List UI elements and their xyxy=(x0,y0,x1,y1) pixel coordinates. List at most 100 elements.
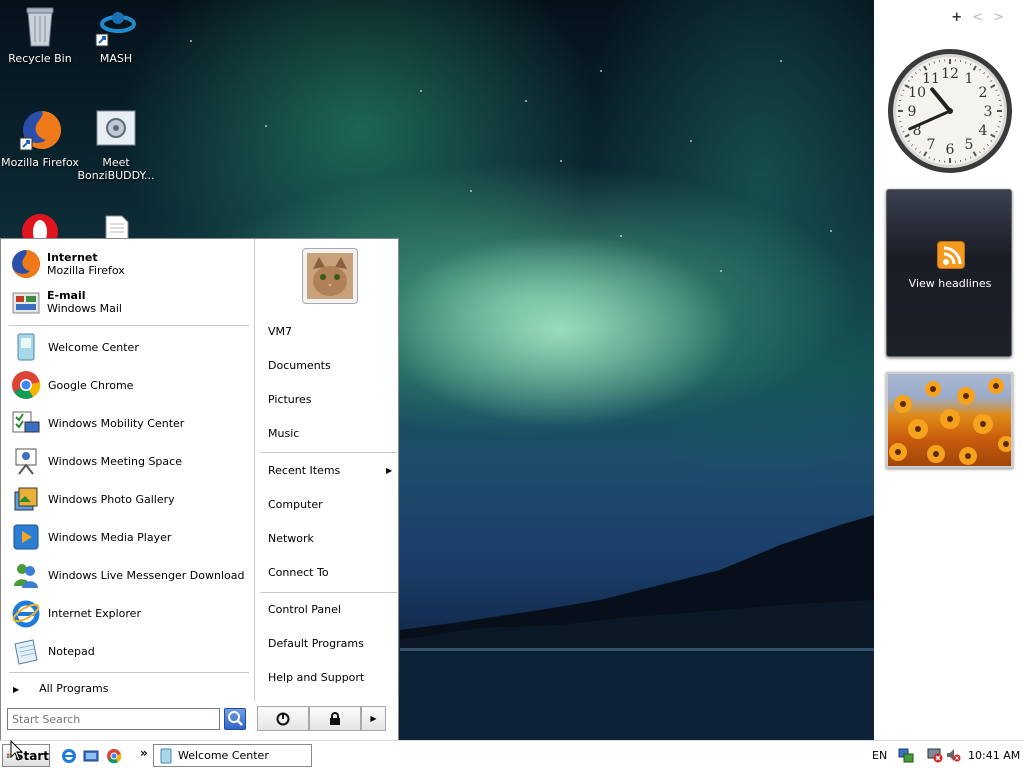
network-disconnected-tray-icon[interactable] xyxy=(927,747,943,763)
link-user-folder[interactable]: VM7 xyxy=(268,325,292,338)
quicklaunch-chrome[interactable] xyxy=(106,748,122,764)
program-media-player[interactable]: Windows Media Player xyxy=(11,519,171,555)
triangle-right-icon: ▶ xyxy=(386,466,393,475)
network-error-icon xyxy=(927,748,943,763)
link-default-programs[interactable]: Default Programs xyxy=(268,637,364,650)
program-live-messenger[interactable]: Windows Live Messenger Download xyxy=(11,557,244,593)
view-headlines-label[interactable]: View headlines xyxy=(887,277,1013,290)
desktop-icon-firefox[interactable]: Mozilla Firefox xyxy=(0,108,80,169)
triangle-right-icon: ▶ xyxy=(370,714,377,723)
sidebar-controls: + < > xyxy=(951,10,1004,25)
clock-number: 5 xyxy=(965,137,974,153)
volume-muted-icon xyxy=(947,749,961,762)
program-label: Google Chrome xyxy=(48,378,134,392)
shutdown-options-button[interactable]: ▶ xyxy=(361,706,386,731)
clock-number: 12 xyxy=(941,66,959,82)
link-help-support[interactable]: Help and Support xyxy=(268,671,364,684)
program-notepad[interactable]: Notepad xyxy=(11,633,95,669)
firefox-icon xyxy=(11,249,41,279)
pinned-subtitle: Mozilla Firefox xyxy=(47,264,125,277)
taskbar-button-welcome-center[interactable]: Welcome Center xyxy=(153,744,312,767)
clock-number: 4 xyxy=(978,123,987,139)
quicklaunch-show-desktop[interactable] xyxy=(83,748,99,764)
search-icon xyxy=(228,711,243,726)
program-label: Windows Media Player xyxy=(48,530,172,544)
cat-avatar-icon xyxy=(307,253,353,299)
welcome-center-icon xyxy=(11,332,41,362)
pinned-title: Internet xyxy=(47,251,98,264)
internet-explorer-icon xyxy=(62,749,76,763)
all-programs-button[interactable]: ▶ All Programs xyxy=(13,682,108,695)
link-documents[interactable]: Documents xyxy=(268,359,331,372)
language-indicator[interactable]: EN xyxy=(872,749,887,762)
mobility-center-icon xyxy=(11,408,41,438)
all-programs-label: All Programs xyxy=(39,682,109,695)
network-icon xyxy=(898,748,914,763)
desktop-icon-label: Meet BonziBUDDY... xyxy=(77,156,155,182)
program-internet-explorer[interactable]: Internet Explorer xyxy=(11,595,141,631)
separator xyxy=(9,325,249,326)
program-label: Windows Meeting Space xyxy=(48,454,182,468)
add-gadget-button[interactable]: + xyxy=(951,10,962,25)
desktop-icon-label: Mozilla Firefox xyxy=(1,156,79,169)
program-label: Internet Explorer xyxy=(48,606,141,620)
chrome-icon xyxy=(11,370,41,400)
separator xyxy=(9,672,249,673)
network-tray-icon[interactable] xyxy=(898,747,914,763)
link-network[interactable]: Network xyxy=(268,532,314,545)
welcome-center-icon xyxy=(160,748,172,763)
link-control-panel[interactable]: Control Panel xyxy=(268,603,341,616)
link-music[interactable]: Music xyxy=(268,427,299,440)
messenger-icon xyxy=(11,560,41,590)
tray-clock[interactable]: 10:41 AM xyxy=(968,749,1020,762)
desktop-icon-mash[interactable]: MASH xyxy=(76,4,156,65)
prev-gadget-button[interactable]: < xyxy=(972,10,983,25)
start-search-input[interactable] xyxy=(7,708,220,730)
desktop-icon-label: MASH xyxy=(99,52,133,65)
link-pictures[interactable]: Pictures xyxy=(268,393,312,406)
program-mobility-center[interactable]: Windows Mobility Center xyxy=(11,405,184,441)
next-gadget-button[interactable]: > xyxy=(993,10,1004,25)
slideshow-gadget[interactable] xyxy=(886,372,1013,468)
clock-number: 1 xyxy=(965,71,974,87)
clock-number: 7 xyxy=(927,137,936,153)
mash-icon xyxy=(94,4,138,48)
windows-mail-icon xyxy=(11,287,41,317)
link-recent-items[interactable]: Recent Items xyxy=(268,464,340,477)
chrome-icon xyxy=(107,749,122,764)
start-menu: Internet Mozilla Firefox E-mail Windows … xyxy=(0,238,399,740)
quicklaunch-internet-explorer[interactable] xyxy=(61,748,77,764)
program-label: Windows Live Messenger Download xyxy=(48,568,245,582)
rss-icon xyxy=(937,241,965,269)
recycle-bin-icon xyxy=(18,4,62,48)
program-photo-gallery[interactable]: Windows Photo Gallery xyxy=(11,481,175,517)
program-label: Windows Photo Gallery xyxy=(48,492,175,506)
program-google-chrome[interactable]: Google Chrome xyxy=(11,367,133,403)
power-button[interactable] xyxy=(257,706,309,731)
firefox-icon xyxy=(18,108,62,152)
pinned-internet[interactable]: Internet Mozilla Firefox xyxy=(11,247,125,281)
power-icon xyxy=(276,712,290,725)
link-computer[interactable]: Computer xyxy=(268,498,323,511)
link-connect-to[interactable]: Connect To xyxy=(268,566,329,579)
desktop-icon-bonzibuddy[interactable]: Meet BonziBUDDY... xyxy=(76,108,156,182)
pinned-title: E-mail xyxy=(47,289,86,302)
clock-number: 11 xyxy=(922,71,940,87)
clock-number: 3 xyxy=(984,104,993,120)
volume-tray-icon[interactable] xyxy=(945,747,961,763)
search-button[interactable] xyxy=(224,708,246,730)
mouse-cursor-icon xyxy=(10,740,24,761)
lock-button[interactable] xyxy=(309,706,361,731)
taskbar: Start » Welcome Center EN 10:41 AM xyxy=(0,740,1024,768)
program-meeting-space[interactable]: Windows Meeting Space xyxy=(11,443,182,479)
feed-headlines-gadget[interactable]: View headlines xyxy=(886,189,1012,357)
desktop-icon-recycle-bin[interactable]: Recycle Bin xyxy=(0,4,80,65)
program-welcome-center[interactable]: Welcome Center xyxy=(11,329,139,365)
clock-number: 10 xyxy=(908,85,926,101)
clock-number: 6 xyxy=(946,142,955,158)
user-picture[interactable] xyxy=(302,248,358,304)
clock-gadget[interactable]: 12 1234567891011 xyxy=(886,47,1014,175)
meeting-space-icon xyxy=(11,446,41,476)
pinned-email[interactable]: E-mail Windows Mail xyxy=(11,285,122,319)
quicklaunch-overflow-button[interactable]: » xyxy=(140,746,148,760)
